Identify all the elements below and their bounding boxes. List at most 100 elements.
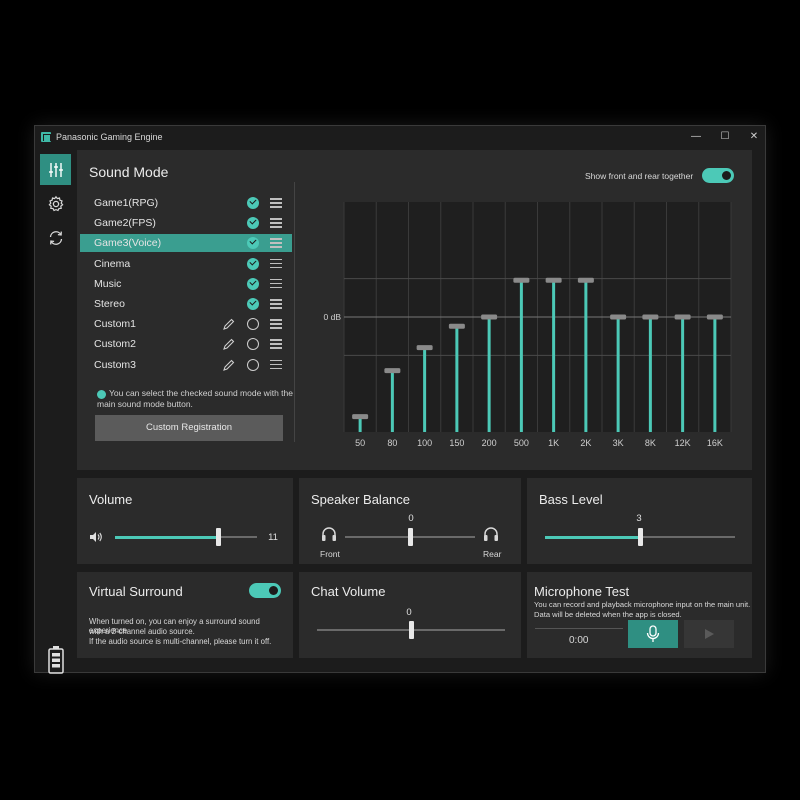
drag-handle-icon[interactable] (270, 238, 282, 248)
sound-mode-row[interactable]: Game1(RPG) (80, 194, 292, 212)
eq-band-handle[interactable] (352, 414, 369, 420)
close-button[interactable]: ✕ (747, 130, 761, 144)
eq-band-handle[interactable] (706, 314, 723, 320)
eq-band-bar (648, 317, 652, 432)
chat-volume-slider-thumb[interactable] (408, 621, 414, 639)
virtual-surround-toggle[interactable] (249, 583, 281, 598)
sound-mode-row[interactable]: Music (80, 275, 292, 293)
sound-mode-row[interactable]: Stereo (80, 295, 292, 313)
eq-band-handle[interactable] (674, 314, 691, 320)
sound-mode-row[interactable]: Game2(FPS) (80, 214, 292, 232)
eq-band-handle[interactable] (610, 314, 627, 320)
virtual-surround-panel: Virtual Surround When turned on, you can… (77, 572, 293, 658)
eq-band-bar (552, 280, 556, 432)
title-bar: Panasonic Gaming Engine — ☐ ✕ (35, 126, 765, 148)
refresh-icon (49, 230, 62, 245)
show-front-rear-label: Show front and rear together (585, 171, 694, 181)
pencil-icon[interactable] (222, 358, 236, 372)
eq-band-label: 2K (580, 438, 591, 448)
nav-settings[interactable] (40, 188, 71, 219)
chat-volume-title: Chat Volume (311, 584, 386, 599)
eq-band-handle[interactable] (577, 277, 594, 283)
sound-mode-note: You can select the checked sound mode wi… (97, 388, 293, 409)
nav-equalizer[interactable] (40, 154, 71, 185)
play-button[interactable] (684, 620, 734, 648)
sidebar (35, 148, 75, 674)
checked-icon[interactable] (247, 197, 259, 209)
unchecked-icon[interactable] (247, 338, 259, 351)
drag-handle-icon[interactable] (270, 359, 282, 370)
front-headphones-icon (322, 527, 336, 541)
sound-mode-row[interactable]: Custom2 (80, 335, 292, 353)
virtual-surround-desc-2: with a 2-channel audio source. (89, 627, 195, 636)
bass-level-slider-thumb[interactable] (637, 528, 643, 546)
sliders-icon (48, 162, 63, 177)
eq-band-bar (616, 317, 620, 432)
drag-handle-icon[interactable] (270, 278, 282, 289)
sound-mode-label: Custom1 (94, 318, 137, 331)
bass-level-panel: Bass Level 3 (527, 478, 752, 564)
eq-band-handle[interactable] (642, 314, 659, 320)
bass-level-value: 3 (636, 513, 642, 524)
sound-mode-label: Game3(Voice) (94, 237, 162, 250)
drag-handle-icon[interactable] (270, 198, 282, 208)
speaker-balance-value: 0 (408, 513, 414, 524)
unchecked-icon[interactable] (247, 318, 259, 331)
checked-icon[interactable] (247, 298, 259, 310)
eq-band-label: 200 (482, 438, 497, 448)
app-title: Panasonic Gaming Engine (56, 132, 163, 142)
sound-mode-row[interactable]: Game3(Voice) (80, 234, 292, 253)
speaker-balance-panel: Speaker Balance 0 Front Rear (299, 478, 521, 564)
volume-panel: Volume 11 (77, 478, 293, 564)
chat-volume-value: 0 (406, 607, 412, 618)
equalizer-chart: 0 dB 50 80 100 150 200 500 1K 2K 3K 8K 12K 16K (324, 202, 732, 448)
maximize-button[interactable]: ☐ (718, 130, 732, 144)
pencil-icon[interactable] (222, 317, 236, 331)
eq-zero-label: 0 dB (324, 312, 342, 322)
eq-band-handle[interactable] (448, 323, 465, 329)
volume-slider-thumb[interactable] (216, 528, 222, 546)
checked-icon[interactable] (247, 277, 259, 290)
checked-icon[interactable] (247, 217, 259, 230)
sound-mode-row[interactable]: Cinema (80, 255, 292, 273)
drag-handle-icon[interactable] (270, 258, 282, 269)
sound-mode-label: Game2(FPS) (94, 217, 156, 230)
eq-band-handle[interactable] (513, 277, 530, 283)
speaker-icon (90, 532, 102, 542)
volume-value: 11 (268, 532, 278, 543)
minimize-button[interactable]: — (689, 130, 703, 144)
eq-band-handle[interactable] (481, 314, 498, 320)
microphone-icon (646, 625, 660, 642)
drag-handle-icon[interactable] (270, 299, 282, 309)
chat-volume-panel: Chat Volume 0 (299, 572, 521, 658)
sound-mode-row[interactable]: Custom3 (80, 356, 292, 374)
sound-mode-label: Custom3 (94, 358, 137, 371)
virtual-surround-desc-3: If the audio source is multi-channel, pl… (89, 637, 272, 646)
volume-fill (115, 535, 219, 539)
sound-mode-label: Music (94, 277, 122, 290)
unchecked-icon[interactable] (247, 358, 259, 371)
eq-band-handle[interactable] (545, 277, 562, 283)
eq-band-handle[interactable] (384, 368, 401, 374)
drag-handle-icon[interactable] (270, 339, 282, 349)
front-label: Front (320, 549, 340, 559)
sound-mode-title: Sound Mode (89, 164, 169, 180)
checked-icon[interactable] (247, 257, 259, 270)
sound-mode-label: Cinema (94, 257, 131, 270)
record-button[interactable] (628, 620, 678, 648)
pencil-icon[interactable] (222, 337, 236, 351)
show-front-rear-toggle[interactable] (702, 168, 734, 183)
sound-mode-row[interactable]: Custom1 (80, 315, 292, 333)
nav-sync[interactable] (40, 222, 71, 253)
drag-handle-icon[interactable] (270, 319, 282, 329)
eq-band-bar (519, 280, 523, 432)
custom-registration-button[interactable]: Custom Registration (95, 415, 283, 441)
eq-band-bar (713, 317, 717, 432)
eq-band-handle[interactable] (416, 345, 433, 351)
speaker-balance-slider-thumb[interactable] (407, 528, 413, 546)
bass-level-title: Bass Level (539, 492, 603, 507)
drag-handle-icon[interactable] (270, 218, 282, 228)
eq-band-label: 500 (514, 438, 529, 448)
microphone-test-panel: Microphone Test You can record and playb… (527, 572, 752, 658)
checked-icon[interactable] (247, 237, 259, 250)
